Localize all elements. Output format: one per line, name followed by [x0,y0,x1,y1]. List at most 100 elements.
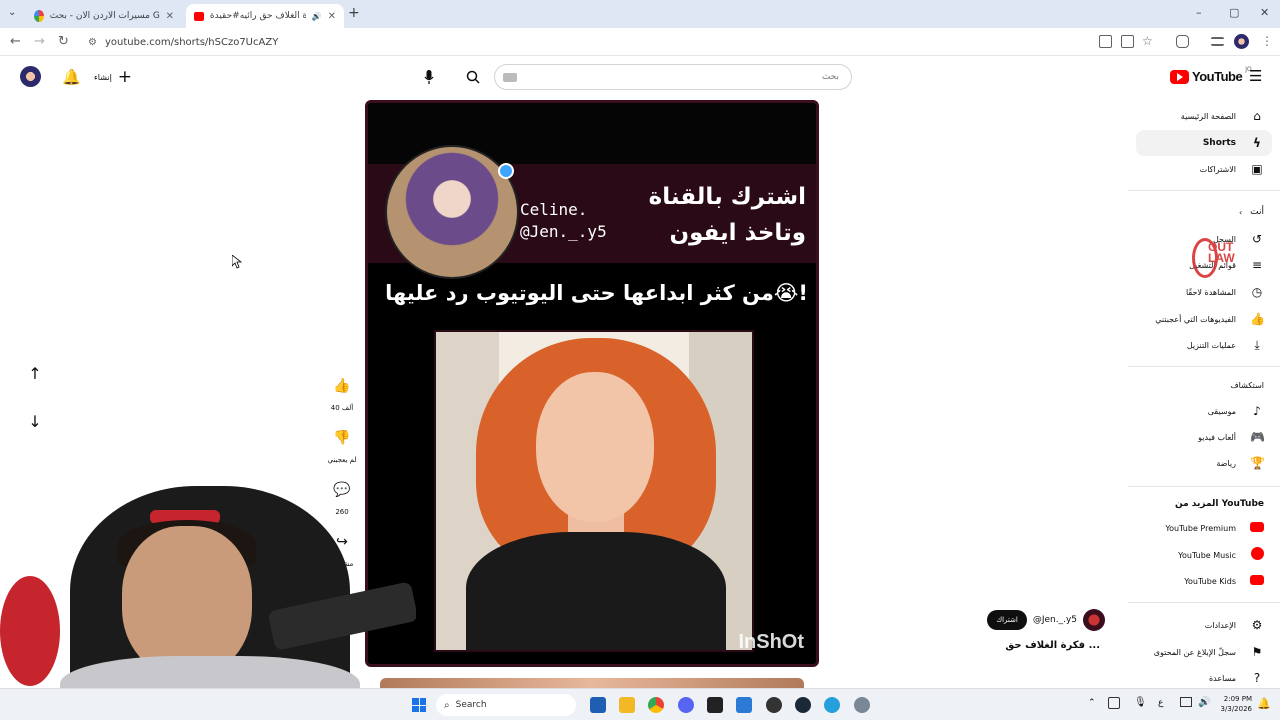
sidebar-item-label: Shorts [1202,138,1236,148]
cast-icon[interactable] [1121,35,1134,48]
sidebar-item-youtube-kids[interactable]: YouTube Kids [1136,568,1272,594]
back-icon[interactable]: ← [10,34,21,49]
input-language[interactable]: ع [1158,698,1163,708]
sidebar-item-youtube-premium[interactable]: YouTube Premium [1136,515,1272,541]
sidebar-item-label: عمليات التنزيل [1186,340,1236,350]
previous-short-button[interactable]: ↑ [22,360,48,386]
tray-app-icon[interactable] [1108,697,1120,709]
search-input[interactable]: بحث [494,64,852,90]
sidebar-divider [1128,366,1280,367]
short-video-player[interactable]: Celine. @Jen._.y5 اشترك بالقناة وتاخذ اي… [365,100,819,667]
sidebar-divider [1128,486,1280,487]
dislike-button[interactable]: 👎 لم يعجبني [322,426,362,464]
short-title[interactable]: فكرة الغلاف حق ... [1005,640,1100,651]
taskbar-search-label: Search [455,700,487,710]
sidebar-item-youtube-music[interactable]: YouTube Music [1136,542,1272,568]
subscribe-button[interactable]: اشتراك [987,610,1027,630]
forward-icon[interactable]: → [34,34,45,49]
youtube-logo[interactable]: YouTube JO [1170,66,1252,84]
taskbar-clock[interactable]: 2:09 PM 3/3/2026 [1212,694,1252,714]
like-button[interactable]: 👍 40 ألف [322,374,362,412]
reload-icon[interactable]: ↻ [58,34,69,49]
search-button[interactable] [458,64,488,90]
youtube-kids-icon [1250,575,1264,585]
bookmark-star-icon[interactable]: ☆ [1142,34,1153,48]
settings-gear-icon[interactable] [854,697,870,713]
sidebar-item-gaming[interactable]: ألعاب فيديو 🎮 [1136,424,1272,450]
outlaw-watermark-logo: OUT LAW [1192,238,1258,282]
taskbar-app-icon[interactable] [590,697,606,713]
download-icon: ⤓ [1254,337,1260,352]
extensions-icon[interactable] [1176,35,1189,48]
create-button[interactable]: إنشاء + [94,66,132,88]
search-placeholder: بحث [821,72,839,82]
tab-close-icon[interactable]: ✕ [328,11,336,22]
tab-google-search[interactable]: مسيرات الاردن الان - بحث Google ✕ [26,4,182,28]
channel-avatar[interactable] [1083,609,1105,631]
sidebar-item-music[interactable]: موسيقى ♪ [1136,398,1272,424]
tab-list-icon[interactable]: ⌄ [8,7,16,18]
volume-icon[interactable]: 🔊 [1198,697,1210,708]
tray-overflow-icon[interactable]: ⌃ [1088,698,1096,708]
sidebar-item-liked-videos[interactable]: الفيديوهات التي أعجبتني 👍 [1136,306,1272,332]
obs-icon[interactable] [766,697,782,713]
taskbar-app-icon[interactable] [736,697,752,713]
shorts-icon: ϟ [1253,136,1261,150]
sidebar-item-home[interactable]: الصفحة الرئيسية ⌂ [1136,103,1272,129]
clock-time: 2:09 PM [1223,695,1252,703]
sidebar-item-label: الصفحة الرئيسية [1180,111,1236,121]
sidebar-divider [1128,602,1280,603]
media-control-icon[interactable] [1211,37,1224,46]
sidebar-item-watch-later[interactable]: المشاهدة لاحقًا ◷ [1136,279,1272,305]
tab-close-icon[interactable]: ✕ [166,11,174,22]
sidebar-item-label: المشاهدة لاحقًا [1185,287,1236,297]
streamer-webcam-overlay [0,486,416,720]
maximize-button[interactable]: ▢ [1229,6,1239,19]
url-field[interactable]: ⚙ youtube.com/shorts/hSCzo7UcAZY [82,32,1092,52]
notifications-bell-icon[interactable]: 🔔 [62,68,81,86]
voice-search-button[interactable] [418,66,440,88]
microphone-icon[interactable]: 🎙 [1134,697,1147,708]
sidebar-explore-header: استكشاف [1230,381,1264,390]
channel-name[interactable]: @Jen._.y5 [1033,615,1077,625]
browser-menu-icon[interactable]: ⋮ [1261,34,1273,48]
sidebar-item-label: YouTube Kids [1184,576,1236,586]
sidebar-item-label: الفيديوهات التي أعجبتني [1155,314,1236,324]
audio-playing-icon[interactable]: 🔊 [312,12,322,21]
notifications-icon[interactable]: 🔔 [1257,697,1271,710]
taskbar-app-icon[interactable] [824,697,840,713]
url-text: youtube.com/shorts/hSCzo7UcAZY [104,36,279,48]
new-tab-button[interactable]: + [348,5,360,21]
close-window-button[interactable]: ✕ [1260,6,1269,19]
gamepad-icon: 🎮 [1250,430,1265,444]
file-explorer-icon[interactable] [619,697,635,713]
sidebar-item-settings[interactable]: الإعدادات ⚙ [1136,612,1272,638]
sidebar-item-shorts[interactable]: Shorts ϟ [1136,130,1272,156]
tab-label: فكرة الغلاف حق رائيه#حقيدة_ [209,11,306,21]
site-info-icon[interactable]: ⚙ [88,37,97,48]
translate-icon[interactable] [1099,35,1112,48]
help-icon: ? [1253,671,1261,685]
account-avatar[interactable] [20,66,41,87]
chrome-icon[interactable] [648,697,664,713]
taskbar-search[interactable]: ⌕ Search [436,694,576,716]
sidebar-item-report-history[interactable]: سجلّ الإبلاغ عن المحتوى ⚑ [1136,639,1272,665]
sidebar-item-sports[interactable]: رياضة 🏆 [1136,450,1272,476]
sidebar-item-downloads[interactable]: عمليات التنزيل ⤓ [1136,332,1272,358]
logo-text: YouTube [1192,69,1243,84]
windows-start-icon[interactable] [412,698,426,712]
sidebar-you-header[interactable]: ‹ أنت [1239,207,1264,217]
steam-icon[interactable] [795,697,811,713]
next-short-button[interactable]: ↓ [22,408,48,434]
sidebar-more-header: المزيد من YouTube [1174,499,1264,509]
network-icon[interactable] [1180,697,1192,707]
search-icon: ⌕ [444,699,450,711]
minimize-button[interactable]: – [1196,6,1202,19]
profile-avatar[interactable] [1234,34,1249,49]
hamburger-menu-icon[interactable]: ☰ [1249,67,1262,85]
sidebar-item-subscriptions[interactable]: الاشتراكات ▣ [1136,156,1272,182]
discord-icon[interactable] [678,697,694,713]
keyboard-icon[interactable] [503,73,517,82]
tab-youtube-short[interactable]: فكرة الغلاف حق رائيه#حقيدة_ 🔊 ✕ [186,4,344,28]
terminal-icon[interactable] [707,697,723,713]
